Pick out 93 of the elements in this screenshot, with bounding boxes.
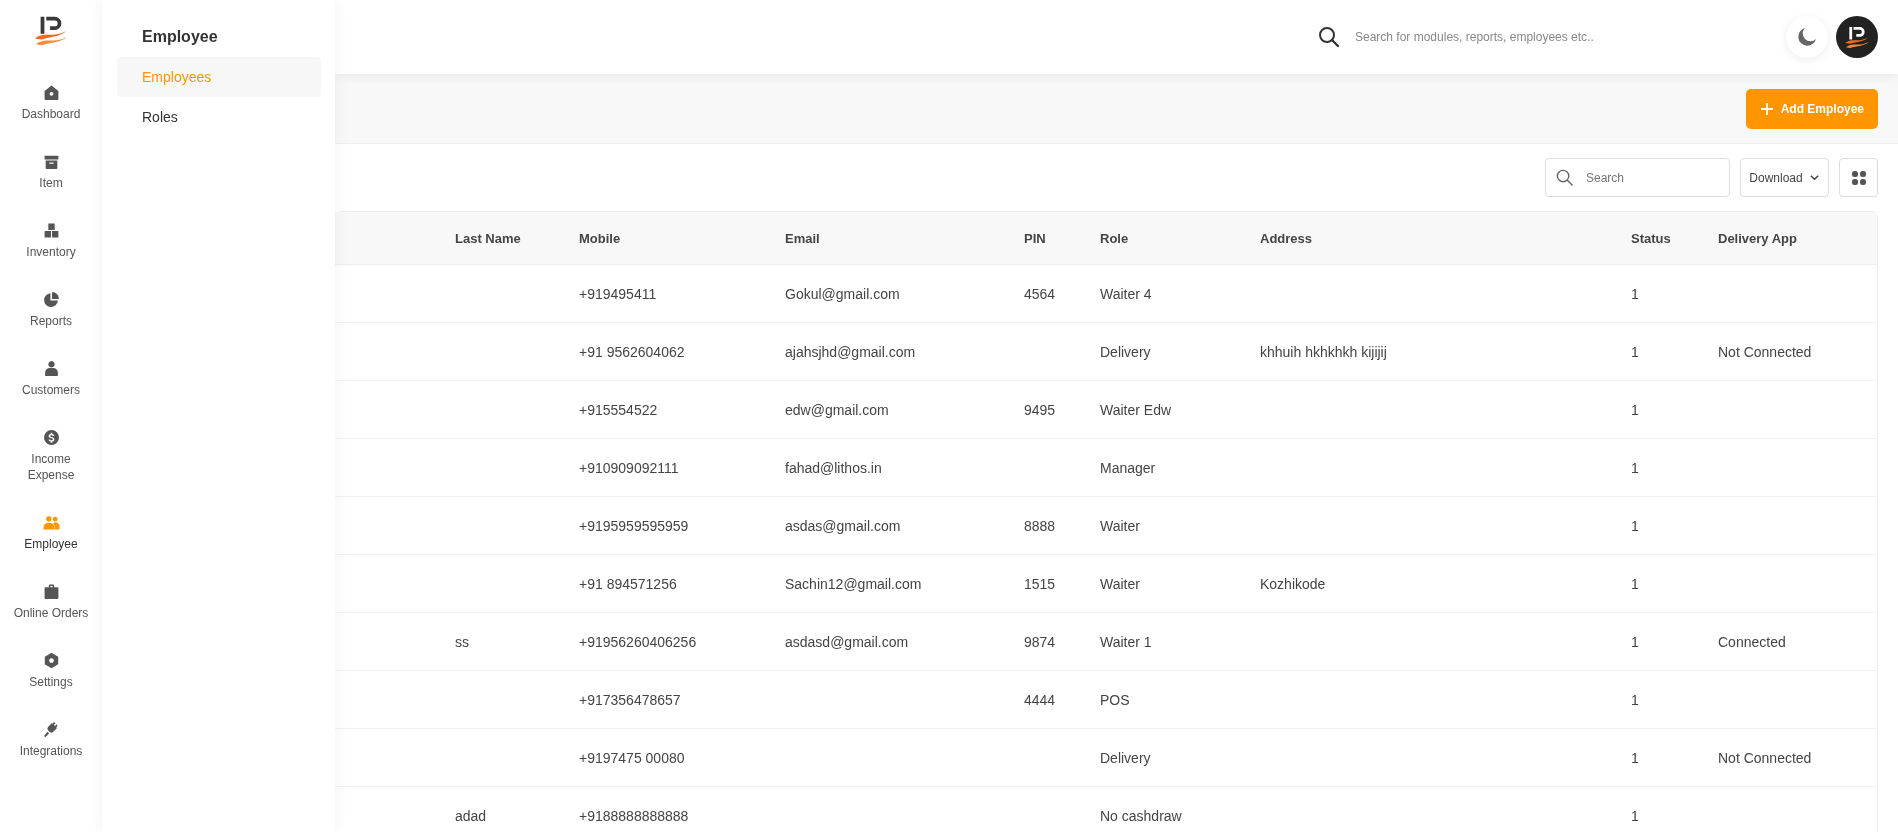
- table-cell: 9874: [1024, 633, 1056, 650]
- table-cell: Delivery: [1100, 343, 1151, 360]
- boxes-icon: [42, 222, 60, 239]
- table-cell: 4444: [1024, 691, 1056, 708]
- table-cell: +919495411: [579, 285, 657, 302]
- plus-icon: [1759, 101, 1774, 116]
- archive-box-icon: [42, 153, 60, 170]
- sidebar-item[interactable]: Integrations: [1, 721, 101, 785]
- table-cell: Gokul@gmail.com: [785, 285, 900, 302]
- column-header: PIN: [1024, 230, 1046, 246]
- moon-icon: [1797, 27, 1817, 47]
- people-icon: [42, 514, 60, 531]
- table-cell: +91956260406256: [579, 633, 697, 650]
- table-cell: 1: [1631, 459, 1639, 476]
- column-header: Mobile: [579, 230, 621, 246]
- submenu-item[interactable]: Roles: [117, 97, 321, 137]
- house-icon: [42, 84, 60, 101]
- settings-icon: [42, 652, 60, 669]
- sidebar-item[interactable]: Settings: [1, 652, 101, 716]
- plug-icon: [42, 721, 60, 738]
- table-cell: 8888: [1024, 517, 1056, 534]
- table-cell: ss: [455, 633, 469, 650]
- table-cell: +915554522: [579, 401, 658, 418]
- table-cell: Kozhikode: [1260, 575, 1326, 592]
- table-cell: 9495: [1024, 401, 1056, 418]
- grid-icon: [1850, 169, 1867, 186]
- pie-chart-icon: [42, 291, 60, 308]
- column-header: Role: [1100, 230, 1129, 246]
- table-cell: khhuih hkhkhkh kijijij: [1260, 343, 1387, 360]
- table-cell: No cashdraw: [1100, 807, 1182, 824]
- table-cell: 1515: [1024, 575, 1056, 592]
- table-cell: Waiter Edw: [1100, 401, 1172, 418]
- table-cell: asdasd@gmail.com: [785, 633, 909, 650]
- table-cell: 1: [1631, 343, 1639, 360]
- table-cell: Not Connected: [1718, 343, 1812, 360]
- submenu-title: Employee: [141, 28, 219, 46]
- column-header: Email: [785, 230, 820, 246]
- table-cell: Waiter: [1100, 575, 1140, 592]
- table-cell: 1: [1631, 633, 1639, 650]
- table-cell: ajahsjhd@gmail.com: [785, 343, 916, 360]
- table-cell: asdas@gmail.com: [785, 517, 901, 534]
- search-field[interactable]: Search: [1545, 158, 1730, 197]
- table-cell: 4564: [1024, 285, 1056, 302]
- global-search-field[interactable]: Search for modules, reports, employees etc..: [1353, 29, 1677, 45]
- sidebar-item[interactable]: Online Orders: [1, 583, 101, 647]
- table-cell: Sachin12@gmail.com: [785, 575, 922, 592]
- table-cell: +9188888888888: [579, 807, 689, 824]
- person-icon: [42, 360, 60, 377]
- table-cell: 1: [1631, 807, 1639, 824]
- table-cell: Delivery: [1100, 749, 1151, 766]
- sidebar-item[interactable]: Customers: [1, 360, 101, 424]
- table-cell: +917356478657: [579, 691, 681, 708]
- table-cell: adad: [455, 807, 487, 824]
- table-cell: +9195959595959: [579, 517, 689, 534]
- sidebar-item[interactable]: Income Expense: [1, 429, 101, 509]
- table-cell: +91 894571256: [579, 575, 677, 592]
- sidebar-item[interactable]: Dashboard: [1, 84, 101, 148]
- grid-view-button[interactable]: [1839, 158, 1878, 197]
- theme-toggle-button[interactable]: [1786, 16, 1828, 58]
- table-cell: Waiter 4: [1100, 285, 1152, 302]
- sidebar-item[interactable]: Employee: [1, 514, 101, 578]
- table-cell: fahad@lithos.in: [785, 459, 882, 476]
- table-cell: edw@gmail.com: [785, 401, 889, 418]
- table-cell: Connected: [1718, 633, 1786, 650]
- table-cell: 1: [1631, 285, 1639, 302]
- column-header: Address: [1260, 230, 1313, 246]
- table-cell: POS: [1100, 691, 1130, 708]
- column-header: Delivery App: [1718, 230, 1797, 246]
- table-cell: Not Connected: [1718, 749, 1812, 766]
- table-cell: Waiter: [1100, 517, 1140, 534]
- chevron-down-icon: [1808, 172, 1820, 183]
- column-header: Last Name: [455, 230, 521, 246]
- table-cell: +9197475 00080: [579, 749, 685, 766]
- table-cell: 1: [1631, 575, 1639, 592]
- search-icon: [1555, 168, 1574, 187]
- table-cell: Manager: [1100, 459, 1156, 476]
- sidebar-item[interactable]: Inventory: [1, 222, 101, 286]
- bag-icon: [42, 583, 60, 600]
- search-icon: [1317, 25, 1341, 49]
- table-cell: +91 9562604062: [579, 343, 685, 360]
- table-cell: 1: [1631, 691, 1639, 708]
- table-cell: +910909092111: [579, 459, 679, 476]
- profile-avatar[interactable]: [1836, 16, 1878, 58]
- table-cell: 1: [1631, 401, 1639, 418]
- column-header: Status: [1631, 230, 1671, 246]
- table-cell: 1: [1631, 749, 1639, 766]
- sidebar-item[interactable]: Item: [1, 153, 101, 217]
- dollar-coin-icon: [42, 429, 60, 446]
- logo-icon: [1843, 24, 1871, 50]
- table-cell: Waiter 1: [1100, 633, 1152, 650]
- sidebar-item[interactable]: Reports: [1, 291, 101, 355]
- download-dropdown[interactable]: Download: [1740, 158, 1829, 197]
- table-cell: 1: [1631, 517, 1639, 534]
